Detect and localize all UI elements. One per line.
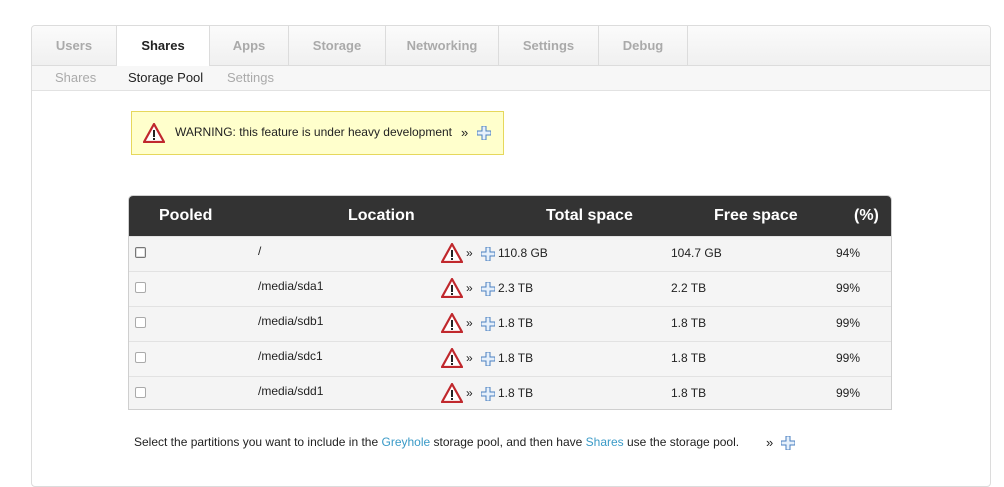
raquo-sign: » bbox=[466, 246, 473, 260]
location-cell: /media/sdd1 bbox=[258, 384, 324, 398]
percent-cell: 99% bbox=[836, 281, 861, 295]
instructions-text: Select the partitions you want to includ… bbox=[134, 435, 739, 449]
location-cell: /media/sda1 bbox=[258, 279, 324, 293]
table-header: Pooled Location Total space Free space (… bbox=[129, 196, 891, 236]
total-space-cell: 2.3 TB bbox=[498, 281, 534, 295]
tab-debug[interactable]: Debug bbox=[599, 26, 688, 65]
percent-cell: 94% bbox=[836, 246, 861, 260]
sub-tabbar: Shares Storage Pool Settings bbox=[32, 66, 990, 91]
warning-icon bbox=[441, 383, 463, 403]
free-space-cell: 2.2 TB bbox=[671, 281, 707, 295]
expand-plus-icon[interactable] bbox=[481, 317, 495, 331]
total-space-cell: 1.8 TB bbox=[498, 316, 534, 330]
table-row: /media/sdd1 » 1.8 TB 1.8 TB 99% bbox=[129, 376, 891, 409]
raquo-sign: » bbox=[461, 125, 469, 140]
raquo-sign: » bbox=[466, 316, 473, 330]
free-space-cell: 104.7 GB bbox=[671, 246, 722, 260]
raquo-sign: » bbox=[766, 435, 774, 450]
tab-networking[interactable]: Networking bbox=[386, 26, 499, 65]
tab-shares[interactable]: Shares bbox=[117, 26, 210, 66]
instructions-part: storage pool, and then have bbox=[430, 435, 586, 449]
pooled-checkbox[interactable] bbox=[135, 317, 146, 328]
table-row: / » 110.8 GB 104.7 GB 94% bbox=[129, 236, 891, 271]
total-space-cell: 1.8 TB bbox=[498, 386, 534, 400]
tab-users[interactable]: Users bbox=[32, 26, 117, 65]
header-location: Location bbox=[348, 207, 415, 224]
warning-text: WARNING: this feature is under heavy dev… bbox=[175, 125, 453, 139]
table-row: /media/sda1 » 2.3 TB 2.2 TB 99% bbox=[129, 271, 891, 306]
expand-plus-icon[interactable] bbox=[781, 436, 795, 450]
total-space-cell: 110.8 GB bbox=[498, 246, 548, 260]
total-space-cell: 1.8 TB bbox=[498, 351, 534, 365]
warning-icon bbox=[441, 278, 463, 298]
warning-icon bbox=[143, 123, 165, 143]
header-pooled: Pooled bbox=[159, 207, 213, 224]
subtab-storage-pool[interactable]: Storage Pool bbox=[128, 66, 203, 90]
tab-apps[interactable]: Apps bbox=[210, 26, 289, 65]
raquo-sign: » bbox=[466, 281, 473, 295]
location-cell: /media/sdc1 bbox=[258, 349, 323, 363]
raquo-sign: » bbox=[466, 386, 473, 400]
subtab-settings[interactable]: Settings bbox=[227, 66, 274, 90]
pooled-checkbox[interactable] bbox=[135, 352, 146, 363]
percent-cell: 99% bbox=[836, 351, 861, 365]
expand-plus-icon[interactable] bbox=[481, 282, 495, 296]
warning-icon bbox=[441, 243, 463, 263]
table-row: /media/sdc1 » 1.8 TB 1.8 TB 99% bbox=[129, 341, 891, 376]
pooled-checkbox[interactable] bbox=[135, 282, 146, 293]
pooled-checkbox[interactable] bbox=[135, 247, 146, 258]
instructions-part: Select the partitions you want to includ… bbox=[134, 435, 382, 449]
instructions-part: use the storage pool. bbox=[623, 435, 740, 449]
pooled-checkbox[interactable] bbox=[135, 387, 146, 398]
warning-box: WARNING: this feature is under heavy dev… bbox=[131, 111, 504, 155]
shares-link[interactable]: Shares bbox=[586, 435, 624, 449]
tab-storage[interactable]: Storage bbox=[289, 26, 386, 65]
tab-settings[interactable]: Settings bbox=[499, 26, 599, 65]
greyhole-link[interactable]: Greyhole bbox=[381, 435, 430, 449]
header-total-space: Total space bbox=[546, 207, 633, 224]
expand-plus-icon[interactable] bbox=[481, 387, 495, 401]
warning-icon bbox=[441, 313, 463, 333]
header-percent: (%) bbox=[854, 207, 879, 224]
main-tabbar: Users Shares Apps Storage Networking Set… bbox=[32, 26, 990, 66]
percent-cell: 99% bbox=[836, 316, 861, 330]
percent-cell: 99% bbox=[836, 386, 861, 400]
location-cell: / bbox=[258, 244, 262, 258]
free-space-cell: 1.8 TB bbox=[671, 386, 707, 400]
table-row: /media/sdb1 » 1.8 TB 1.8 TB 99% bbox=[129, 306, 891, 341]
header-free-space: Free space bbox=[714, 207, 798, 224]
storage-pool-table: Pooled Location Total space Free space (… bbox=[128, 195, 892, 410]
expand-plus-icon[interactable] bbox=[481, 352, 495, 366]
subtab-shares[interactable]: Shares bbox=[55, 66, 96, 90]
expand-plus-icon[interactable] bbox=[481, 247, 495, 261]
warning-icon bbox=[441, 348, 463, 368]
free-space-cell: 1.8 TB bbox=[671, 316, 707, 330]
location-cell: /media/sdb1 bbox=[258, 314, 324, 328]
free-space-cell: 1.8 TB bbox=[671, 351, 707, 365]
raquo-sign: » bbox=[466, 351, 473, 365]
expand-plus-icon[interactable] bbox=[477, 126, 491, 140]
